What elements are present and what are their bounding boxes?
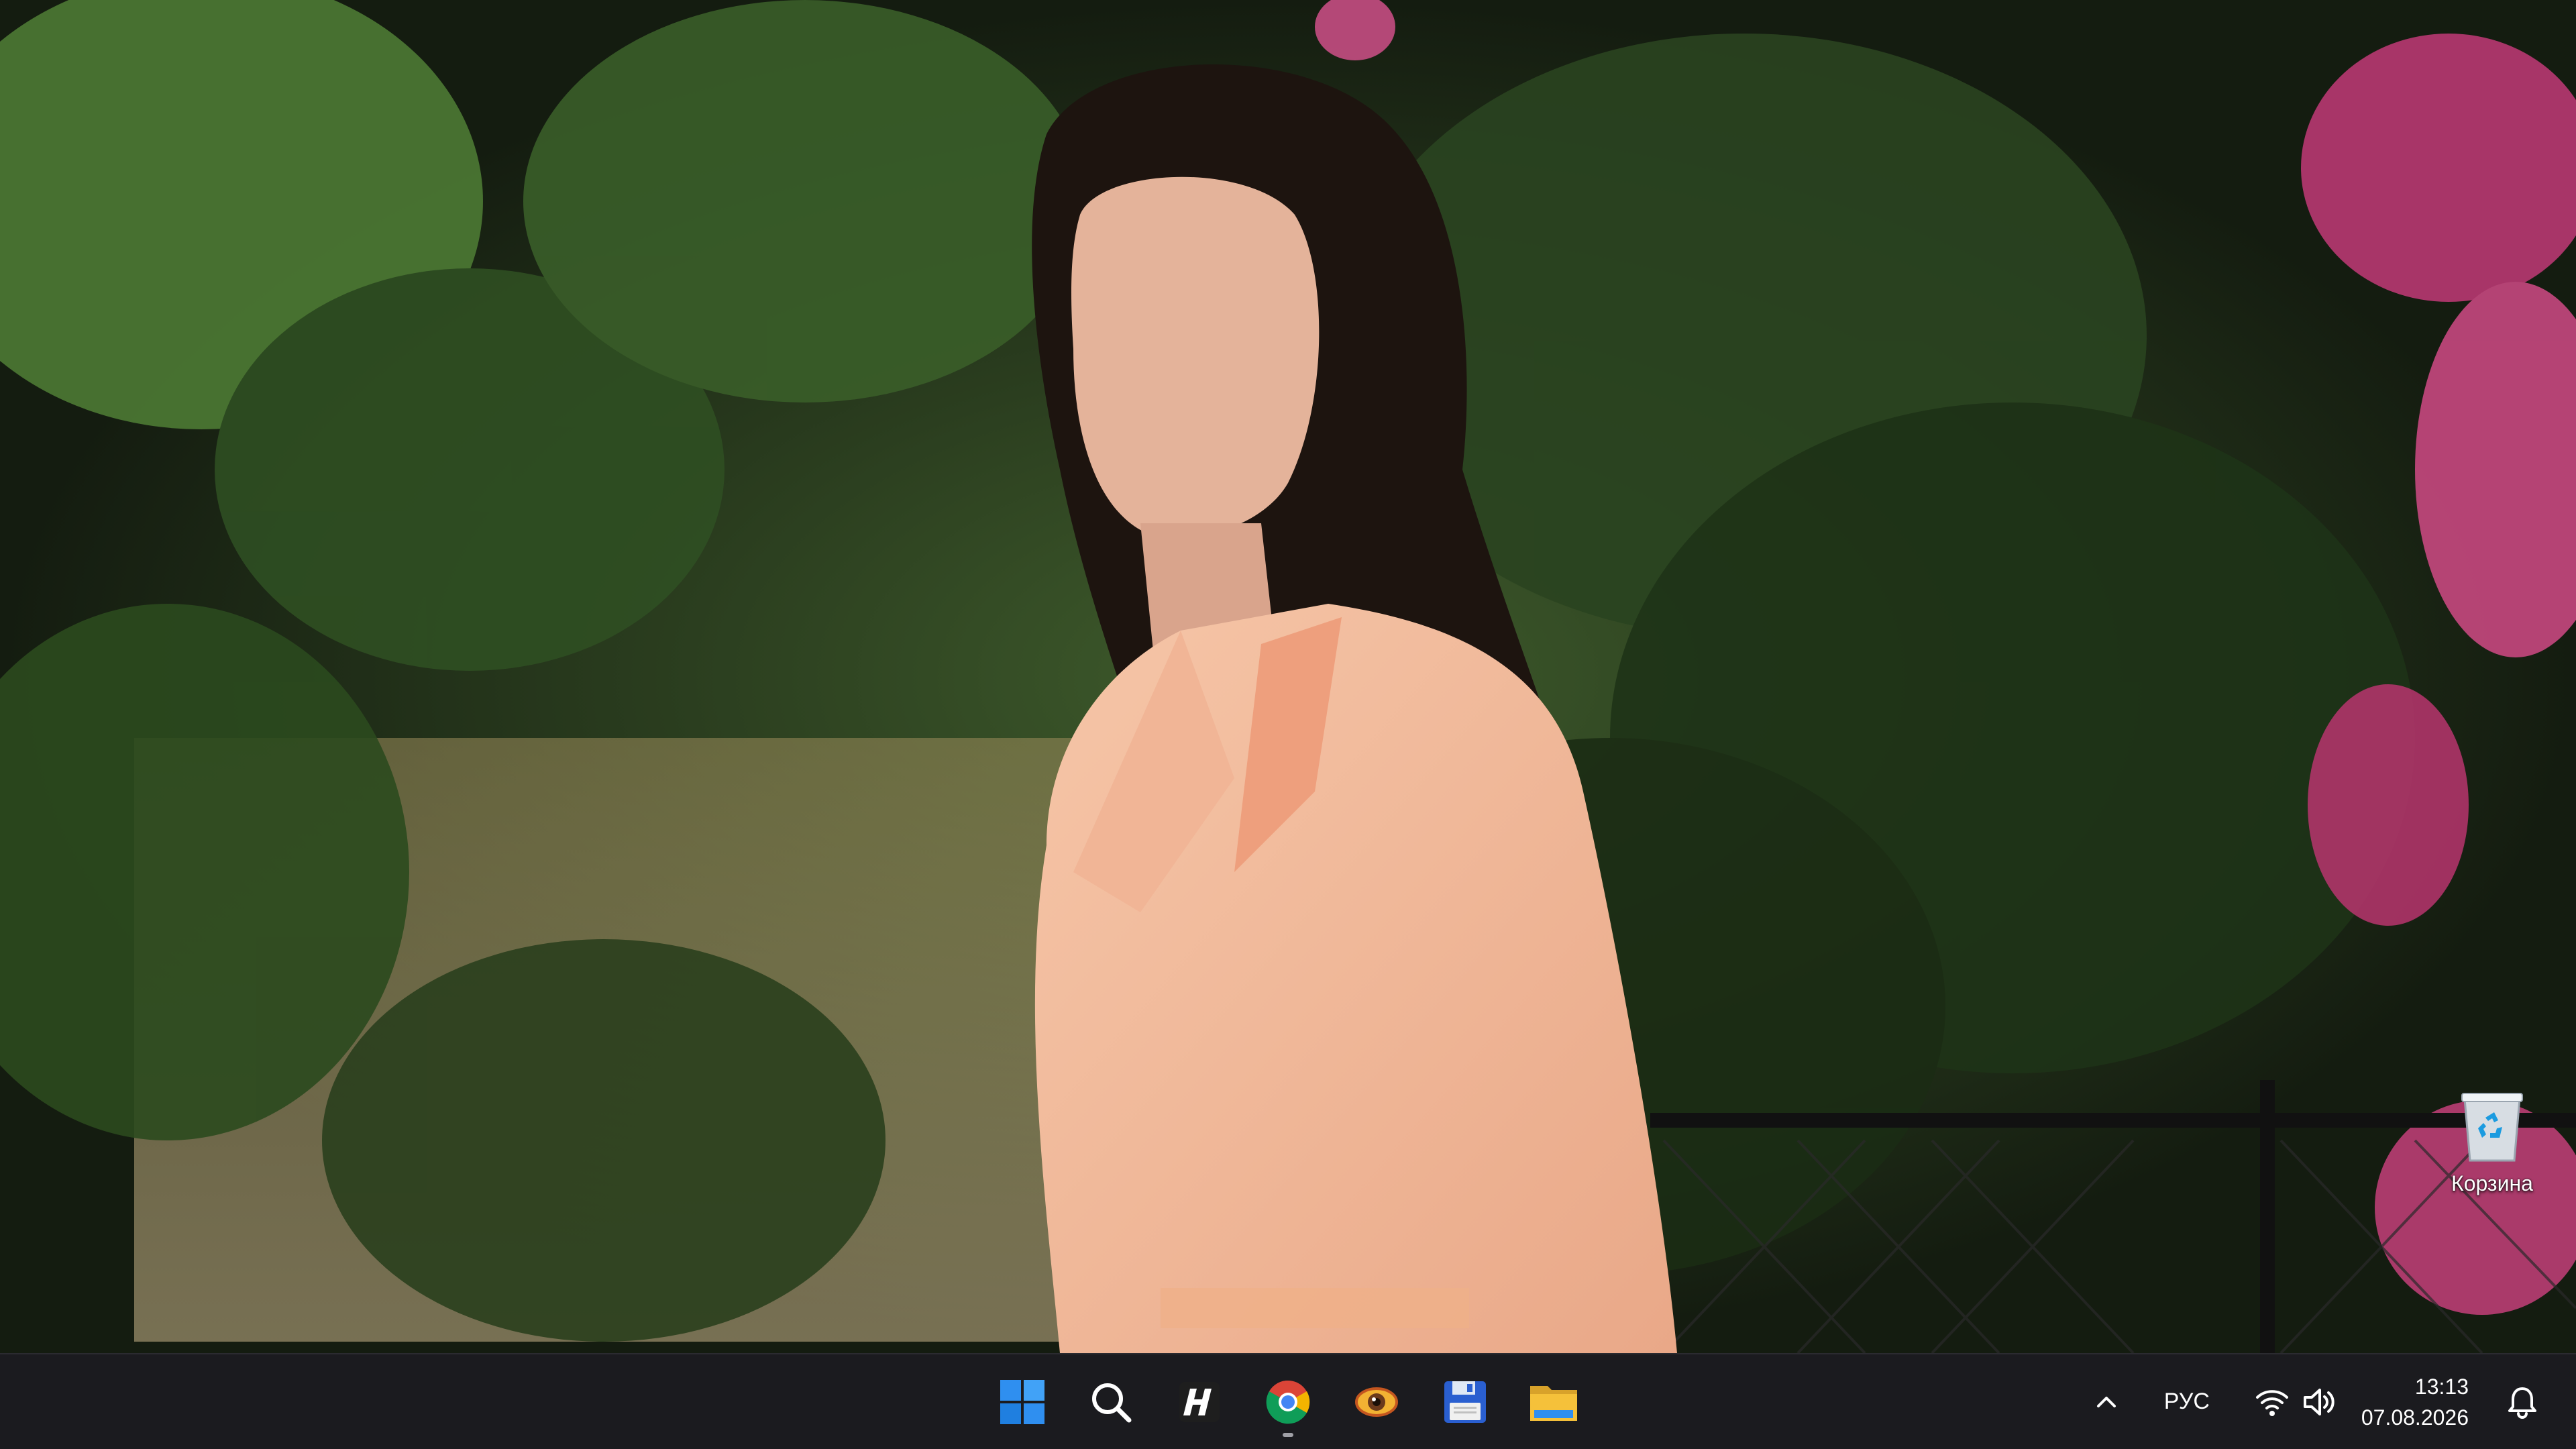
- taskbar-app-floppy[interactable]: [1429, 1366, 1501, 1438]
- chrome-icon: [1266, 1380, 1310, 1424]
- file-explorer-icon: [1530, 1385, 1577, 1421]
- notifications-button[interactable]: [2496, 1368, 2549, 1436]
- input-language-indicator[interactable]: РУС: [2147, 1389, 2227, 1415]
- running-indicator: [1283, 1432, 1293, 1437]
- clock-date: 07.08.2026: [2361, 1405, 2469, 1430]
- eye-app-icon: [1355, 1387, 1398, 1417]
- taskbar-app-file-explorer[interactable]: [1517, 1366, 1590, 1438]
- system-tray: РУС 13:13 07.08.2026: [2080, 1354, 2576, 1449]
- desktop: Корзина: [0, 0, 2576, 1353]
- recycle-bin-icon: [2461, 1093, 2523, 1162]
- search-icon: [1092, 1383, 1132, 1422]
- taskbar-app-chrome[interactable]: [1252, 1366, 1324, 1438]
- wallpaper-photo: [0, 0, 2576, 1353]
- taskbar: РУС 13:13 07.08.2026: [0, 1353, 2576, 1449]
- wifi-icon: [2255, 1389, 2288, 1416]
- taskbar-app-h[interactable]: [1163, 1366, 1236, 1438]
- desktop-icon-label: Корзина: [2451, 1171, 2533, 1195]
- desktop-icon-recycle-bin[interactable]: Корзина: [2430, 1080, 2555, 1214]
- start-button[interactable]: [986, 1366, 1059, 1438]
- quick-settings-button[interactable]: [2254, 1384, 2337, 1420]
- clock-time: 13:13: [2414, 1374, 2469, 1399]
- taskbar-app-eye[interactable]: [1340, 1366, 1413, 1438]
- taskbar-pinned-apps: [986, 1354, 1590, 1449]
- chevron-up-icon: [2096, 1396, 2116, 1407]
- floppy-disk-icon: [1444, 1381, 1486, 1423]
- bell-icon: [2508, 1387, 2536, 1419]
- volume-icon: [2303, 1388, 2334, 1415]
- search-button[interactable]: [1075, 1366, 1147, 1438]
- h-app-icon: [1179, 1381, 1220, 1422]
- clock-button[interactable]: 13:13 07.08.2026: [2361, 1371, 2469, 1433]
- windows-start-icon: [1000, 1379, 1044, 1424]
- show-hidden-icons-button[interactable]: [2080, 1368, 2133, 1436]
